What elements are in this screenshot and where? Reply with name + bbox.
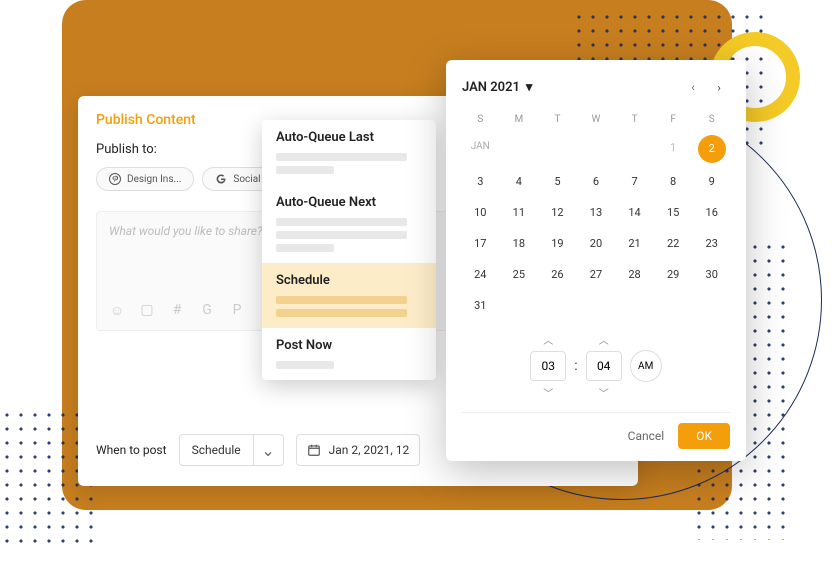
chevron-down-icon[interactable]: ⌄ (253, 435, 283, 465)
hour-value[interactable]: 03 (530, 351, 566, 381)
hour-spinner: ︿ 03 ﹀ (530, 332, 566, 400)
calendar-day[interactable]: 17 (462, 229, 499, 258)
next-month-button[interactable]: › (708, 76, 730, 98)
calendar-day[interactable]: 6 (578, 167, 615, 196)
calendar-day[interactable]: 16 (693, 198, 730, 227)
calendar-dow: F (655, 108, 692, 131)
select-value: Schedule (180, 443, 253, 457)
calendar-day[interactable]: 21 (616, 229, 653, 258)
calendar-day[interactable]: 12 (539, 198, 576, 227)
queue-option-post-now[interactable]: Post Now (262, 328, 436, 380)
queue-option-schedule[interactable]: Schedule (262, 263, 436, 328)
calendar-day[interactable]: 11 (501, 198, 538, 227)
calendar-dow: S (693, 108, 730, 131)
calendar-day[interactable]: 10 (462, 198, 499, 227)
calendar-day[interactable]: 18 (501, 229, 538, 258)
date-input[interactable]: Jan 2, 2021, 12 (296, 434, 421, 466)
calendar-day[interactable]: 24 (462, 260, 499, 289)
queue-option-auto-next[interactable]: Auto-Queue Next (262, 185, 436, 263)
calendar-dow: T (539, 108, 576, 131)
calendar-day[interactable]: 29 (655, 260, 692, 289)
when-to-post-row: When to post Schedule ⌄ Jan 2, 2021, 12 (96, 434, 420, 466)
calendar-day[interactable]: 4 (501, 167, 538, 196)
calendar-day[interactable]: 15 (655, 198, 692, 227)
chip-label: Design Ins... (127, 174, 181, 185)
caret-down-icon: ▾ (526, 80, 533, 95)
ampm-toggle[interactable]: AM (630, 350, 662, 382)
hour-down[interactable]: ﹀ (543, 385, 553, 400)
minute-spinner: ︿ 04 ﹀ (586, 332, 622, 400)
calendar-day[interactable]: 28 (616, 260, 653, 289)
calendar-day[interactable]: 13 (578, 198, 615, 227)
calendar-day[interactable]: 26 (539, 260, 576, 289)
calendar-day[interactable]: 27 (578, 260, 615, 289)
prev-month-button[interactable]: ‹ (682, 76, 704, 98)
calendar-dow: W (578, 108, 615, 131)
calendar-day[interactable]: 25 (501, 260, 538, 289)
date-picker: JAN 2021 ▾ ‹ › SMTWTFSJAN123456789101112… (446, 60, 746, 461)
when-label: When to post (96, 443, 167, 457)
calendar-day[interactable]: 1 (655, 133, 692, 165)
calendar-day[interactable]: 30 (693, 260, 730, 289)
calendar-day[interactable]: 20 (578, 229, 615, 258)
image-icon[interactable]: ▢ (139, 302, 155, 318)
calendar-dow: S (462, 108, 499, 131)
minute-down[interactable]: ﹀ (599, 385, 609, 400)
calendar-icon (307, 443, 321, 457)
emoji-icon[interactable]: ☺ (109, 302, 125, 318)
google-icon (215, 173, 227, 185)
calendar-day[interactable]: 23 (693, 229, 730, 258)
hour-up[interactable]: ︿ (543, 332, 553, 347)
minute-up[interactable]: ︿ (599, 332, 609, 347)
hashtag-icon[interactable]: # (169, 302, 185, 318)
time-picker: ︿ 03 ﹀ : ︿ 04 ﹀ AM (462, 332, 730, 400)
calendar-month-select[interactable]: JAN 2021 ▾ (462, 80, 532, 95)
date-value: Jan 2, 2021, 12 (329, 443, 410, 457)
calendar-grid: SMTWTFSJAN123456789101112131415161718192… (462, 108, 730, 320)
cancel-button[interactable]: Cancel (628, 429, 665, 443)
pinterest-icon (109, 173, 121, 185)
schedule-dropdown: Auto-Queue Last Auto-Queue Next Schedule… (262, 120, 436, 380)
calendar-day[interactable]: 31 (462, 291, 499, 320)
calendar-day[interactable]: 9 (693, 167, 730, 196)
calendar-dow: T (616, 108, 653, 131)
channel-chip[interactable]: Design Ins... (96, 167, 194, 191)
calendar-day[interactable]: 19 (539, 229, 576, 258)
schedule-select[interactable]: Schedule ⌄ (179, 434, 284, 466)
pinterest-icon[interactable]: P (229, 302, 245, 318)
calendar-dow: M (501, 108, 538, 131)
calendar-day[interactable]: 22 (655, 229, 692, 258)
calendar-month-label: JAN (462, 133, 499, 165)
calendar-day[interactable]: 3 (462, 167, 499, 196)
google-icon[interactable]: G (199, 302, 215, 318)
calendar-day[interactable]: 14 (616, 198, 653, 227)
calendar-day-selected[interactable]: 2 (698, 135, 726, 163)
calendar-day[interactable]: 7 (616, 167, 653, 196)
calendar-day[interactable]: 5 (539, 167, 576, 196)
queue-option-auto-last[interactable]: Auto-Queue Last (262, 120, 436, 185)
ok-button[interactable]: OK (678, 423, 730, 449)
minute-value[interactable]: 04 (586, 351, 622, 381)
calendar-day[interactable]: 8 (655, 167, 692, 196)
